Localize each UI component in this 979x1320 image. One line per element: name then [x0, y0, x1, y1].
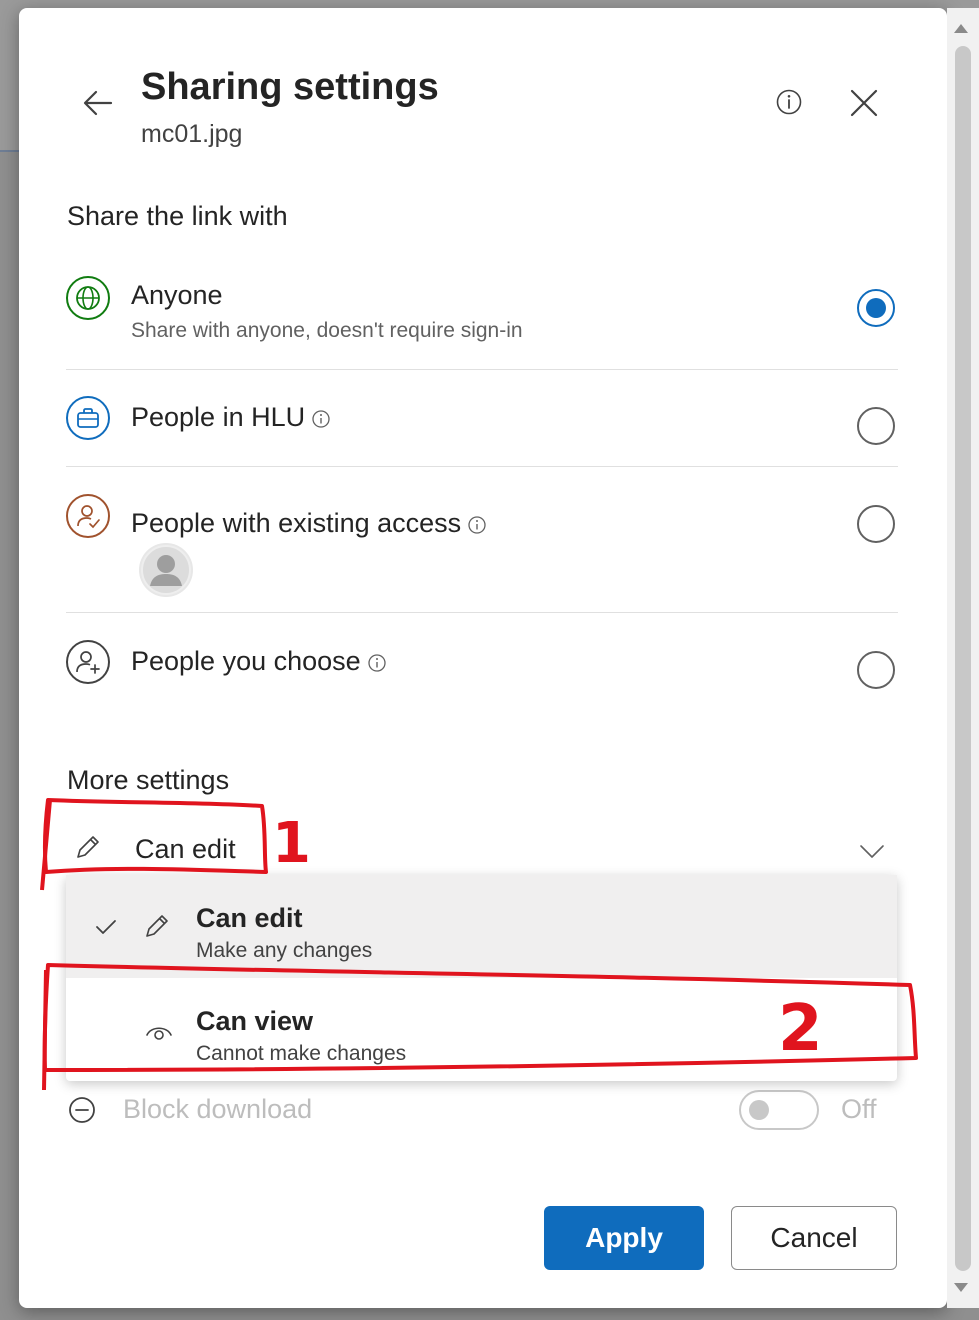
eye-icon: [146, 1027, 172, 1040]
divider: [66, 466, 898, 467]
back-arrow-icon[interactable]: [81, 86, 115, 120]
cancel-button[interactable]: Cancel: [731, 1206, 897, 1270]
person-check-icon: [66, 494, 110, 538]
share-option-people-in-org[interactable]: People in HLU: [66, 392, 898, 452]
permission-label: Can edit: [135, 834, 236, 864]
scrollbar[interactable]: [947, 8, 979, 1308]
menu-item-title: Can view: [196, 1006, 314, 1036]
info-icon[interactable]: [311, 409, 331, 429]
apply-button[interactable]: Apply: [544, 1206, 704, 1270]
share-option-existing-access[interactable]: People with existing access: [66, 490, 898, 600]
share-option-label-wrap: People you choose: [131, 646, 387, 677]
radio-people-in-org[interactable]: [857, 407, 895, 445]
share-option-label: People with existing access: [131, 508, 462, 538]
toggle-state-label: Off: [841, 1094, 877, 1124]
scroll-up-arrow-icon[interactable]: [954, 24, 968, 33]
chevron-down-icon[interactable]: [855, 834, 889, 868]
share-option-label-wrap: People in HLU: [131, 402, 331, 433]
menu-item-can-view[interactable]: Can view Cannot make changes: [66, 978, 897, 1081]
share-option-description: Share with anyone, doesn't require sign-…: [131, 319, 523, 342]
share-option-label-wrap: People with existing access: [131, 508, 487, 539]
info-icon[interactable]: [775, 88, 803, 116]
permission-dropdown[interactable]: Can edit: [67, 818, 897, 880]
divider: [66, 369, 898, 370]
sharing-settings-dialog: Sharing settings mc01.jpg Share the link…: [19, 8, 947, 1308]
divider: [66, 612, 898, 613]
radio-anyone[interactable]: [857, 289, 895, 327]
checkmark-icon: [96, 920, 116, 934]
close-icon[interactable]: [847, 86, 881, 120]
briefcase-icon: [66, 396, 110, 440]
menu-item-title: Can edit: [196, 903, 303, 933]
scroll-thumb[interactable]: [955, 46, 971, 1271]
permission-menu: Can edit Make any changes Can view Canno…: [66, 875, 897, 1081]
scroll-down-arrow-icon[interactable]: [954, 1283, 968, 1292]
person-add-icon: [66, 640, 110, 684]
block-download-toggle[interactable]: [739, 1090, 819, 1130]
pencil-icon: [146, 915, 168, 937]
info-icon[interactable]: [467, 515, 487, 535]
share-option-people-you-choose[interactable]: People you choose: [66, 636, 898, 696]
share-section-heading: Share the link with: [67, 201, 288, 231]
file-name: mc01.jpg: [141, 120, 243, 148]
radio-existing-access[interactable]: [857, 505, 895, 543]
avatar: [139, 543, 193, 597]
share-option-anyone[interactable]: Anyone Share with anyone, doesn't requir…: [66, 274, 898, 364]
share-option-label: People in HLU: [131, 402, 306, 432]
menu-item-description: Cannot make changes: [196, 1042, 407, 1065]
pencil-icon: [77, 836, 99, 858]
menu-item-can-edit[interactable]: Can edit Make any changes: [66, 875, 897, 978]
background-divider: [0, 150, 20, 152]
info-icon[interactable]: [367, 653, 387, 673]
toggle-knob: [749, 1100, 769, 1120]
block-download-row: Block download: [67, 1090, 367, 1130]
share-option-label: Anyone: [131, 280, 223, 310]
block-download-label: Block download: [123, 1094, 313, 1124]
more-settings-heading: More settings: [67, 765, 230, 795]
menu-item-description: Make any changes: [196, 939, 373, 962]
share-option-label: People you choose: [131, 646, 361, 676]
globe-icon: [66, 276, 110, 320]
dialog-title: Sharing settings: [141, 66, 439, 108]
block-icon: [69, 1097, 95, 1123]
radio-people-you-choose[interactable]: [857, 651, 895, 689]
